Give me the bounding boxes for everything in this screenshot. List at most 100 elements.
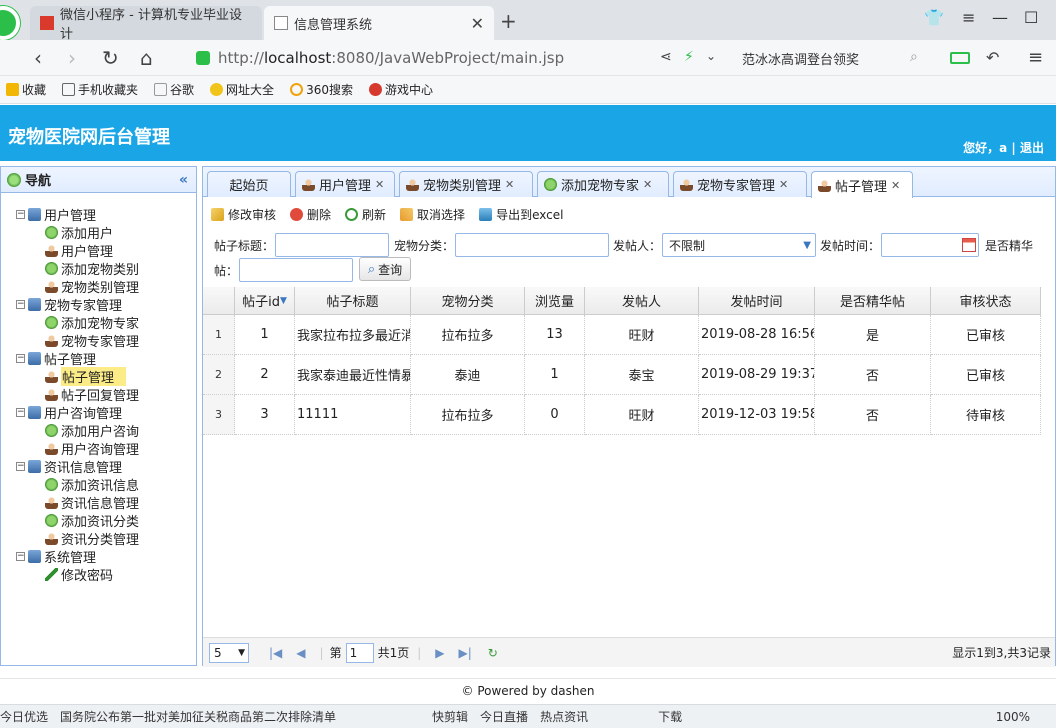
battery-icon[interactable] bbox=[950, 52, 970, 64]
table-cell[interactable]: 0 bbox=[525, 395, 585, 435]
nav-tree-item[interactable]: − 系统管理 bbox=[1, 547, 198, 566]
nav-tree-item[interactable]: 添加宠物专家 bbox=[1, 313, 198, 332]
status-clip[interactable]: 快剪辑 bbox=[432, 708, 468, 725]
status-zoom[interactable]: 100% bbox=[996, 710, 1030, 724]
collapse-icon[interactable]: « bbox=[179, 172, 188, 188]
table-cell[interactable]: 2019-08-29 19:37 bbox=[699, 355, 815, 395]
expand-toggle-icon[interactable]: − bbox=[16, 209, 25, 219]
table-cell[interactable]: 我家拉布拉多最近消 bbox=[295, 315, 411, 355]
home-icon[interactable]: ⌂ bbox=[140, 46, 153, 70]
page-number-input[interactable]: 1 bbox=[345, 642, 374, 663]
title-filter-input[interactable] bbox=[275, 233, 389, 257]
nav-tree-item[interactable]: − 用户管理 bbox=[1, 205, 198, 224]
last-page-icon[interactable]: ▶| bbox=[459, 646, 472, 660]
nav-tree-item[interactable]: 添加资讯分类 bbox=[1, 511, 198, 530]
column-header[interactable]: 发帖人 bbox=[585, 287, 699, 315]
nav-tree-item[interactable]: 用户管理 bbox=[1, 241, 198, 260]
nav-tree-item[interactable]: 帖子管理 bbox=[1, 366, 198, 386]
nav-tree-item[interactable]: 帖子回复管理 bbox=[1, 385, 198, 404]
table-cell[interactable]: 我家泰迪最近性情暴 bbox=[295, 355, 411, 395]
table-cell[interactable]: 已审核 bbox=[931, 315, 1041, 355]
table-cell[interactable]: 1 bbox=[235, 315, 295, 355]
new-tab-icon[interactable]: + bbox=[500, 9, 517, 33]
next-page-icon[interactable]: ▶ bbox=[435, 646, 444, 660]
nav-tree-item[interactable]: 宠物专家管理 bbox=[1, 331, 198, 350]
content-tab[interactable]: 用户管理 ✕ bbox=[295, 171, 395, 197]
bookmark-games[interactable]: 游戏中心 bbox=[368, 81, 433, 98]
nav-tree-item[interactable]: 添加资讯信息 bbox=[1, 475, 198, 494]
delete-button[interactable]: 删除 bbox=[290, 206, 331, 223]
table-cell[interactable]: 否 bbox=[815, 395, 931, 435]
chevron-down-icon[interactable]: ⌄ bbox=[706, 49, 716, 63]
nav-tree-item[interactable]: 用户咨询管理 bbox=[1, 439, 198, 458]
table-cell[interactable]: 已审核 bbox=[931, 355, 1041, 395]
status-download[interactable]: 下载 bbox=[658, 708, 682, 725]
content-tab[interactable]: 起始页 bbox=[207, 171, 291, 197]
close-tab-icon[interactable]: ✕ bbox=[891, 179, 900, 192]
reload-grid-icon[interactable]: ↻ bbox=[488, 646, 498, 660]
bookmark-360[interactable]: 360搜索 bbox=[290, 81, 353, 98]
status-news[interactable]: 国务院公布第一批对美加征关税商品第二次排除清单 bbox=[60, 708, 336, 725]
page-size-select[interactable]: 5 ▼ bbox=[209, 642, 249, 663]
status-hot[interactable]: 热点资讯 bbox=[540, 708, 588, 725]
table-cell[interactable]: 旺财 bbox=[585, 395, 699, 435]
nav-tree-item[interactable]: − 宠物专家管理 bbox=[1, 295, 198, 314]
table-cell[interactable]: 否 bbox=[815, 355, 931, 395]
query-button[interactable]: ⌕ 查询 bbox=[359, 257, 411, 281]
column-header[interactable]: 帖子id ▼ bbox=[235, 287, 295, 315]
column-header[interactable]: 审核状态 bbox=[931, 287, 1041, 315]
table-cell[interactable]: 11111 bbox=[295, 395, 411, 435]
close-tab-icon[interactable]: ✕ bbox=[471, 14, 484, 33]
table-cell[interactable]: 2 bbox=[235, 355, 295, 395]
expand-toggle-icon[interactable]: − bbox=[16, 551, 25, 561]
table-cell[interactable]: 1 bbox=[525, 355, 585, 395]
close-tab-icon[interactable]: ✕ bbox=[505, 178, 514, 191]
content-tab[interactable]: 帖子管理 ✕ bbox=[811, 171, 913, 198]
status-live[interactable]: 今日直播 bbox=[480, 708, 528, 725]
column-header[interactable]: 发帖时间 bbox=[699, 287, 815, 315]
nav-tree-item[interactable]: 资讯信息管理 bbox=[1, 493, 198, 512]
close-tab-icon[interactable]: ✕ bbox=[779, 178, 788, 191]
column-header[interactable]: 宠物分类 bbox=[411, 287, 525, 315]
deselect-button[interactable]: 取消选择 bbox=[400, 206, 465, 223]
nav-tree-item[interactable]: 修改密码 bbox=[1, 565, 198, 584]
prev-page-icon[interactable]: ◀ bbox=[296, 646, 305, 660]
lightning-icon[interactable]: ⚡ bbox=[684, 49, 694, 65]
user-greeting-logout[interactable]: 您好，a | 退出 bbox=[963, 139, 1044, 156]
featured-filter-select[interactable] bbox=[239, 258, 353, 282]
refresh-button[interactable]: 刷新 bbox=[345, 206, 386, 223]
table-cell[interactable]: 是 bbox=[815, 315, 931, 355]
first-page-icon[interactable]: |◀ bbox=[269, 646, 282, 660]
expand-toggle-icon[interactable]: − bbox=[16, 461, 25, 471]
table-cell[interactable]: 待审核 bbox=[931, 395, 1041, 435]
column-header[interactable]: 是否精华帖 bbox=[815, 287, 931, 315]
menu-icon[interactable]: ≡ bbox=[962, 8, 975, 27]
url-field[interactable]: http://localhost:8080/JavaWebProject/mai… bbox=[196, 45, 736, 71]
column-header[interactable]: 浏览量 bbox=[525, 287, 585, 315]
poster-filter-select[interactable]: 不限制 ▼ bbox=[662, 233, 816, 257]
share-icon[interactable]: ⋖ bbox=[660, 49, 672, 65]
forward-icon[interactable]: › bbox=[68, 46, 76, 70]
nav-tree-item[interactable]: − 用户咨询管理 bbox=[1, 403, 198, 422]
content-tab[interactable]: 宠物类别管理 ✕ bbox=[399, 171, 533, 197]
edit-review-button[interactable]: 修改审核 bbox=[211, 206, 276, 223]
nav-tree-item[interactable]: 添加用户 bbox=[1, 223, 198, 242]
table-cell[interactable]: 2019-08-28 16:56 bbox=[699, 315, 815, 355]
nav-tree-item[interactable]: − 资讯信息管理 bbox=[1, 457, 198, 476]
close-tab-icon[interactable]: ✕ bbox=[375, 178, 384, 191]
table-cell[interactable]: 3 bbox=[235, 395, 295, 435]
bookmark-google[interactable]: 谷歌 bbox=[154, 81, 194, 98]
calendar-icon[interactable] bbox=[962, 238, 976, 252]
hot-search-text[interactable]: 范冰冰高调登台领奖 bbox=[742, 49, 859, 68]
search-icon[interactable]: ⌕ bbox=[910, 49, 918, 65]
content-tab[interactable]: 添加宠物专家 ✕ bbox=[537, 171, 669, 197]
table-cell[interactable]: 拉布拉多 bbox=[411, 395, 525, 435]
bookmark-favorites[interactable]: 收藏 bbox=[6, 81, 46, 98]
expand-toggle-icon[interactable]: − bbox=[16, 407, 25, 417]
nav-tree-item[interactable]: 添加宠物类别 bbox=[1, 259, 198, 278]
browser-tab-1[interactable]: 微信小程序 - 计算机专业毕业设计 bbox=[30, 6, 262, 42]
export-excel-button[interactable]: 导出到excel bbox=[479, 206, 563, 223]
back-icon[interactable]: ‹ bbox=[34, 46, 42, 70]
close-tab-icon[interactable]: ✕ bbox=[643, 178, 652, 191]
shirt-icon[interactable]: 👕 bbox=[924, 8, 944, 27]
